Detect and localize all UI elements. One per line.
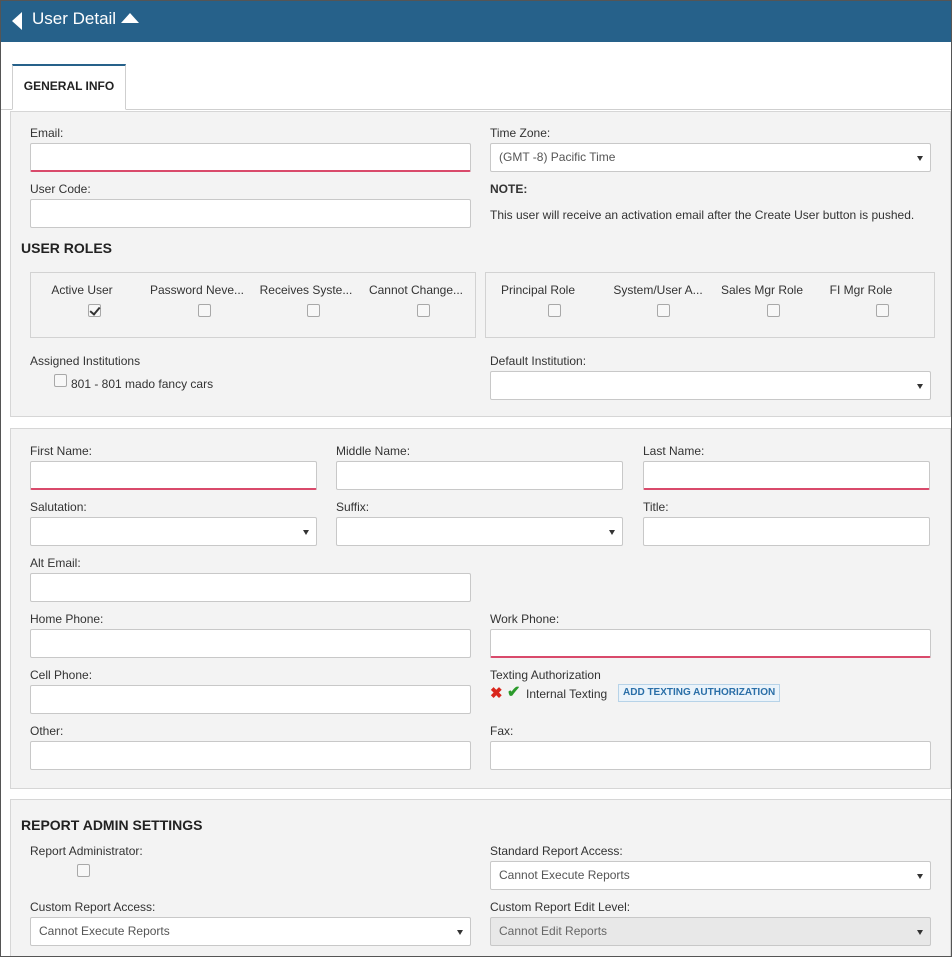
work-phone-label: Work Phone: xyxy=(490,612,560,626)
email-input[interactable] xyxy=(30,143,471,172)
texting-auth-label: Texting Authorization xyxy=(490,668,601,682)
report-admin-label: Report Administrator: xyxy=(30,844,143,858)
other-label: Other: xyxy=(30,724,64,738)
role-checkbox-system-user[interactable] xyxy=(657,304,670,317)
custom-edit-level-label: Custom Report Edit Level: xyxy=(490,900,631,914)
roles-left-group: Active User Password Neve... Receives Sy… xyxy=(30,272,476,338)
alt-email-input[interactable] xyxy=(30,573,471,602)
usercode-input[interactable] xyxy=(30,199,471,228)
cell-phone-input[interactable] xyxy=(30,685,471,714)
panel-gap xyxy=(1,789,951,799)
salutation-label: Salutation: xyxy=(30,500,87,514)
fax-input[interactable] xyxy=(490,741,931,770)
checkmark-icon: ✔ xyxy=(507,684,521,701)
user-detail-window: User Detail GENERAL INFO Email: Time Zon… xyxy=(0,0,952,957)
email-label: Email: xyxy=(30,126,64,140)
collapse-caret-icon[interactable] xyxy=(121,13,139,23)
custom-report-value: Cannot Execute Reports xyxy=(39,924,170,938)
role-checkbox-cannot-change[interactable] xyxy=(417,304,430,317)
custom-report-label: Custom Report Access: xyxy=(30,900,156,914)
texting-item-label: Internal Texting xyxy=(526,687,608,701)
other-input[interactable] xyxy=(30,741,471,770)
assigned-institutions-label: Assigned Institutions xyxy=(30,354,141,368)
remove-x-icon[interactable]: ✖ xyxy=(490,686,503,701)
role-label-sales-mgr: Sales Mgr Role xyxy=(720,283,804,297)
dropdown-arrow-icon xyxy=(609,530,615,535)
salutation-select[interactable] xyxy=(30,517,317,546)
work-phone-input[interactable] xyxy=(490,629,931,658)
institution-item-label: 801 - 801 mado fancy cars xyxy=(71,377,214,391)
role-checkbox-password-never[interactable] xyxy=(198,304,211,317)
title-input[interactable] xyxy=(643,517,930,546)
page-header: User Detail xyxy=(1,1,951,42)
role-checkbox-principal[interactable] xyxy=(548,304,561,317)
custom-edit-level-value: Cannot Edit Reports xyxy=(499,924,608,938)
suffix-label: Suffix: xyxy=(336,500,370,514)
dropdown-arrow-icon xyxy=(457,930,463,935)
note-title: NOTE: xyxy=(490,182,528,196)
default-institution-label: Default Institution: xyxy=(490,354,587,368)
institution-checkbox[interactable] xyxy=(54,374,67,387)
dropdown-arrow-icon xyxy=(917,156,923,161)
role-checkbox-sales-mgr[interactable] xyxy=(767,304,780,317)
first-name-input[interactable] xyxy=(30,461,317,490)
middle-name-input[interactable] xyxy=(336,461,623,490)
add-texting-authorization-button[interactable]: ADD TEXTING AUTHORIZATION xyxy=(618,684,781,702)
note-text: This user will receive an activation ema… xyxy=(490,208,915,222)
report-admin-heading: REPORT ADMIN SETTINGS xyxy=(21,817,203,833)
panel-gap xyxy=(1,418,951,428)
dropdown-arrow-icon xyxy=(917,384,923,389)
role-label-system-user: System/User A... xyxy=(613,283,703,297)
middle-name-label: Middle Name: xyxy=(336,444,411,458)
role-label-receives-system: Receives Syste... xyxy=(259,283,353,297)
timezone-value: (GMT -8) Pacific Time xyxy=(499,150,616,164)
timezone-label: Time Zone: xyxy=(490,126,551,140)
role-checkbox-fi-mgr[interactable] xyxy=(876,304,889,317)
tab-bar: GENERAL INFO xyxy=(1,42,951,110)
last-name-input[interactable] xyxy=(643,461,930,490)
page-title: User Detail xyxy=(32,9,117,28)
user-roles-heading: USER ROLES xyxy=(21,240,113,256)
home-phone-label: Home Phone: xyxy=(30,612,104,626)
contact-panel: First Name: Middle Name: Last Name: Salu… xyxy=(10,428,951,789)
dropdown-arrow-icon xyxy=(917,874,923,879)
role-label-password-never: Password Neve... xyxy=(149,283,245,297)
report-panel: REPORT ADMIN SETTINGS Report Administrat… xyxy=(10,799,951,956)
custom-edit-level-select: Cannot Edit Reports xyxy=(490,917,931,946)
report-admin-checkbox[interactable] xyxy=(77,864,90,877)
role-checkbox-receives-system[interactable] xyxy=(307,304,320,317)
back-arrow-icon[interactable] xyxy=(12,12,22,30)
title-label: Title: xyxy=(643,500,669,514)
home-phone-input[interactable] xyxy=(30,629,471,658)
alt-email-label: Alt Email: xyxy=(30,556,81,570)
cell-phone-label: Cell Phone: xyxy=(30,668,93,682)
dropdown-arrow-icon xyxy=(917,930,923,935)
first-name-label: First Name: xyxy=(30,444,93,458)
last-name-label: Last Name: xyxy=(643,444,705,458)
standard-report-value: Cannot Execute Reports xyxy=(499,868,630,882)
role-label-fi-mgr: FI Mgr Role xyxy=(829,283,893,297)
account-panel: Email: Time Zone: (GMT -8) Pacific Time … xyxy=(10,111,951,417)
standard-report-select[interactable]: Cannot Execute Reports xyxy=(490,861,931,890)
role-label-principal: Principal Role xyxy=(500,283,576,297)
roles-right-group: Principal Role System/User A... Sales Mg… xyxy=(485,272,935,338)
role-label-cannot-change: Cannot Change... xyxy=(368,283,464,297)
timezone-select[interactable]: (GMT -8) Pacific Time xyxy=(490,143,931,172)
role-label-active-user: Active User xyxy=(51,283,113,297)
suffix-select[interactable] xyxy=(336,517,623,546)
standard-report-label: Standard Report Access: xyxy=(490,844,623,858)
tab-general-info[interactable]: GENERAL INFO xyxy=(12,64,126,110)
custom-report-select[interactable]: Cannot Execute Reports xyxy=(30,917,471,946)
dropdown-arrow-icon xyxy=(303,530,309,535)
usercode-label: User Code: xyxy=(30,182,91,196)
default-institution-select[interactable] xyxy=(490,371,931,400)
fax-label: Fax: xyxy=(490,724,514,738)
role-checkbox-active-user[interactable] xyxy=(88,304,101,317)
